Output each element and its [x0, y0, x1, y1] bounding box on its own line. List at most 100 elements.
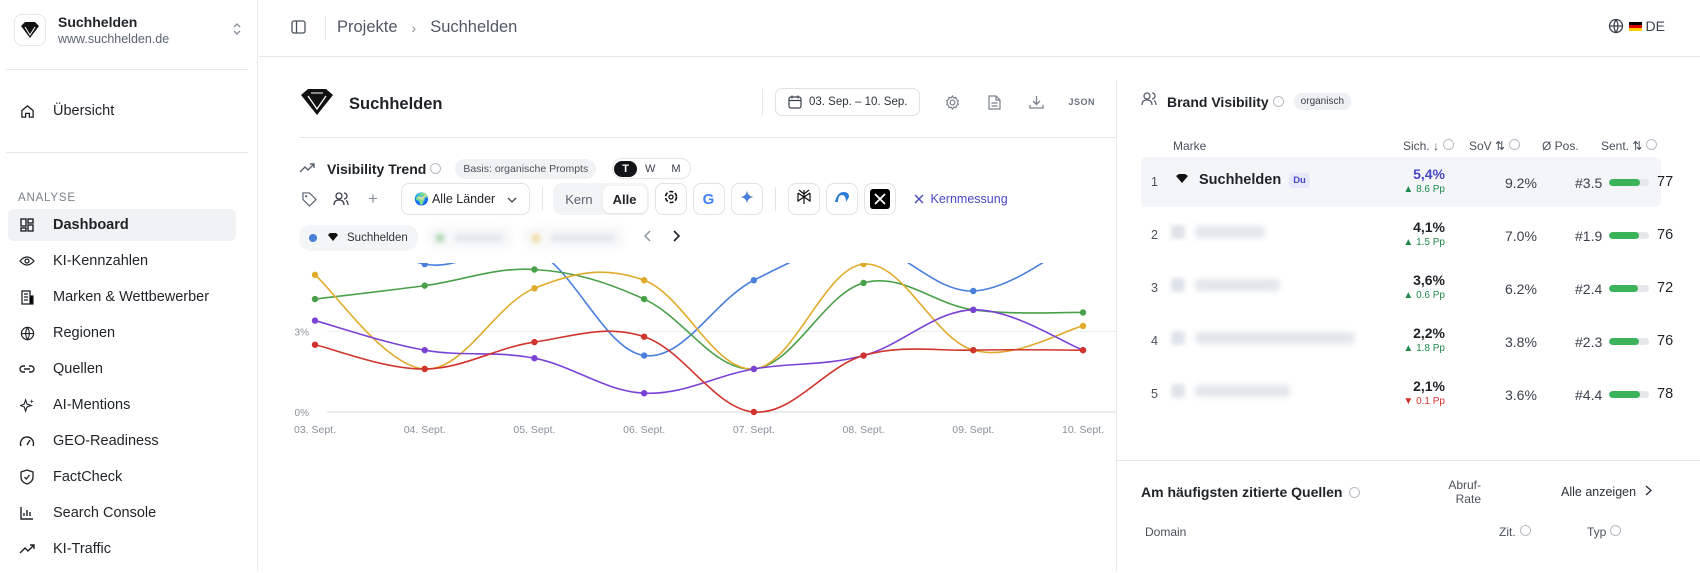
sidebar-item-factcheck[interactable]: FactCheck — [8, 461, 236, 493]
chatgpt-model-button[interactable] — [654, 183, 687, 215]
google-model-button[interactable]: G — [692, 183, 725, 215]
blurred-brand-logo — [1171, 278, 1185, 292]
sidebar-item-ai-mentions[interactable]: AI-Mentions — [8, 389, 236, 421]
sidebar-item-marken[interactable]: Marken & Wettbewerber — [8, 281, 236, 313]
kernmessung-link[interactable]: Kernmessung — [914, 192, 1008, 206]
period-month[interactable]: M — [663, 161, 688, 177]
series-point — [421, 263, 428, 268]
brand-cell — [1171, 278, 1280, 292]
gemini-model-button[interactable] — [730, 183, 763, 215]
col-header-label: SoV — [1469, 139, 1492, 153]
show-all-link[interactable]: Alle anzeigen — [1561, 485, 1653, 499]
breadcrumb-root[interactable]: Projekte — [337, 18, 398, 37]
x-tick-label: 03. Sept. — [294, 424, 336, 436]
eye-icon — [19, 253, 35, 269]
country-select[interactable]: 🌍 Alle Länder — [401, 183, 531, 215]
series-point — [1079, 309, 1087, 316]
chart-legend: Suchhelden — [299, 224, 680, 252]
blurred-brand-logo — [1171, 384, 1185, 398]
sidebar-item-ki-kennzahlen[interactable]: KI-Kennzahlen — [8, 245, 236, 277]
sentiment-bar — [1609, 232, 1649, 239]
sentiment-value: 77 — [1657, 174, 1674, 190]
filter-row: + 🌍 Alle Länder Kern Alle G Kernmessung — [299, 182, 1008, 216]
x-tick-label: 07. Sept. — [733, 424, 775, 436]
sentiment-bar — [1609, 338, 1649, 345]
plus-icon[interactable]: + — [363, 189, 383, 209]
table-row[interactable]: 5 2,1% ▼ 0.1 Pp 3.6% #4.4 78 — [1141, 369, 1673, 419]
table-row[interactable]: 4 2,2% ▲ 1.8 Pp 3.8% #2.3 76 — [1141, 316, 1673, 366]
info-icon — [1443, 139, 1455, 150]
legend-item-main[interactable]: Suchhelden — [299, 225, 418, 251]
x-model-button[interactable] — [863, 183, 896, 215]
sidebar-toggle-icon[interactable] — [291, 20, 306, 39]
table-row[interactable]: 2 4,1% ▲ 1.5 Pp 7.0% #1.9 76 — [1141, 210, 1673, 260]
sov-value: 7.0% — [1505, 228, 1537, 244]
shield-check-icon — [19, 469, 35, 485]
settings-icon[interactable] — [942, 94, 962, 110]
brand-name: Suchhelden — [58, 14, 138, 30]
col-header-citations: Zit. — [1499, 525, 1531, 539]
sources-title: Am häufigsten zitierte Quellen — [1141, 484, 1361, 500]
scope-kern[interactable]: Kern — [555, 186, 602, 213]
diamond-logo-icon — [327, 232, 339, 245]
series-point — [1079, 322, 1087, 330]
info-icon[interactable] — [1272, 96, 1284, 107]
sentiment-bar — [1609, 179, 1649, 186]
info-icon[interactable] — [1349, 486, 1361, 498]
sidebar-item-overview[interactable]: Übersicht — [8, 95, 236, 127]
sov-value: 3.6% — [1505, 387, 1537, 403]
y-tick-label: 3% — [295, 327, 310, 338]
legend-item-blurred[interactable] — [425, 225, 514, 251]
series-point — [531, 285, 538, 292]
sentiment-value: 72 — [1657, 280, 1674, 296]
json-export-button[interactable]: JSON — [1068, 97, 1095, 107]
info-icon — [1519, 525, 1531, 536]
series-point — [531, 338, 538, 346]
chevron-right-icon[interactable] — [672, 229, 680, 247]
scope-alle[interactable]: Alle — [602, 185, 647, 213]
x-tick-label: 09. Sept. — [952, 424, 994, 436]
trending-icon — [19, 541, 35, 557]
table-row[interactable]: 1 Suchhelden Du 5,4% ▲ 8.6 Pp 9.2% #3.5 77 — [1141, 157, 1673, 207]
sidebar-item-label: Marken & Wettbewerber — [53, 289, 210, 305]
country-select-value: Alle Länder — [431, 192, 496, 206]
sidebar-item-ki-traffic[interactable]: KI-Traffic — [8, 533, 236, 565]
sidebar-item-search-console[interactable]: Search Console — [8, 497, 236, 529]
divider — [6, 69, 248, 70]
col-header-label: Typ — [1587, 525, 1607, 539]
col-header-sent[interactable]: Sent. ⇅ — [1601, 139, 1658, 153]
series-line-2 — [314, 268, 1084, 370]
perplexity-icon — [796, 189, 812, 210]
download-icon[interactable] — [1026, 95, 1046, 109]
document-icon[interactable] — [984, 94, 1004, 110]
date-range-button[interactable]: 03. Sep. – 10. Sep. — [775, 88, 921, 116]
col-header-label: Zit. — [1499, 525, 1516, 539]
sidebar-item-dashboard[interactable]: Dashboard — [8, 209, 236, 241]
language-switcher[interactable]: DE — [1608, 18, 1665, 34]
period-week[interactable]: W — [637, 161, 663, 177]
col-header-sov[interactable]: SoV ⇅ — [1469, 139, 1521, 153]
chevron-updown-icon[interactable] — [232, 22, 242, 39]
divider — [6, 152, 248, 153]
visibility-cell: 4,1% ▲ 1.5 Pp — [1403, 219, 1445, 248]
chevron-left-icon[interactable] — [643, 229, 652, 247]
col-header-visibility[interactable]: Sich. ↓ — [1403, 139, 1455, 153]
tag-icon[interactable] — [299, 191, 319, 207]
sidebar-item-quellen[interactable]: Quellen — [8, 353, 236, 385]
sov-value: 3.8% — [1505, 334, 1537, 350]
sidebar-item-geo-readiness[interactable]: GEO-Readiness — [8, 425, 236, 457]
col-header-label: Sent. — [1601, 139, 1630, 153]
table-row[interactable]: 3 3,6% ▲ 0.6 Pp 6.2% #2.4 72 — [1141, 263, 1673, 313]
info-icon[interactable] — [430, 163, 442, 174]
openai-icon — [663, 189, 679, 210]
legend-item-blurred[interactable] — [521, 225, 626, 251]
period-day[interactable]: T — [614, 160, 637, 177]
brand-cell — [1171, 225, 1265, 239]
perplexity-model-button[interactable] — [787, 183, 820, 215]
col-header-type: Typ — [1587, 525, 1622, 539]
sidebar-item-regionen[interactable]: Regionen — [8, 317, 236, 349]
copilot-model-button[interactable] — [825, 183, 858, 215]
project-switcher[interactable]: Suchhelden www.suchhelden.de — [14, 14, 244, 46]
users-icon[interactable] — [331, 192, 351, 206]
divider — [762, 89, 763, 115]
